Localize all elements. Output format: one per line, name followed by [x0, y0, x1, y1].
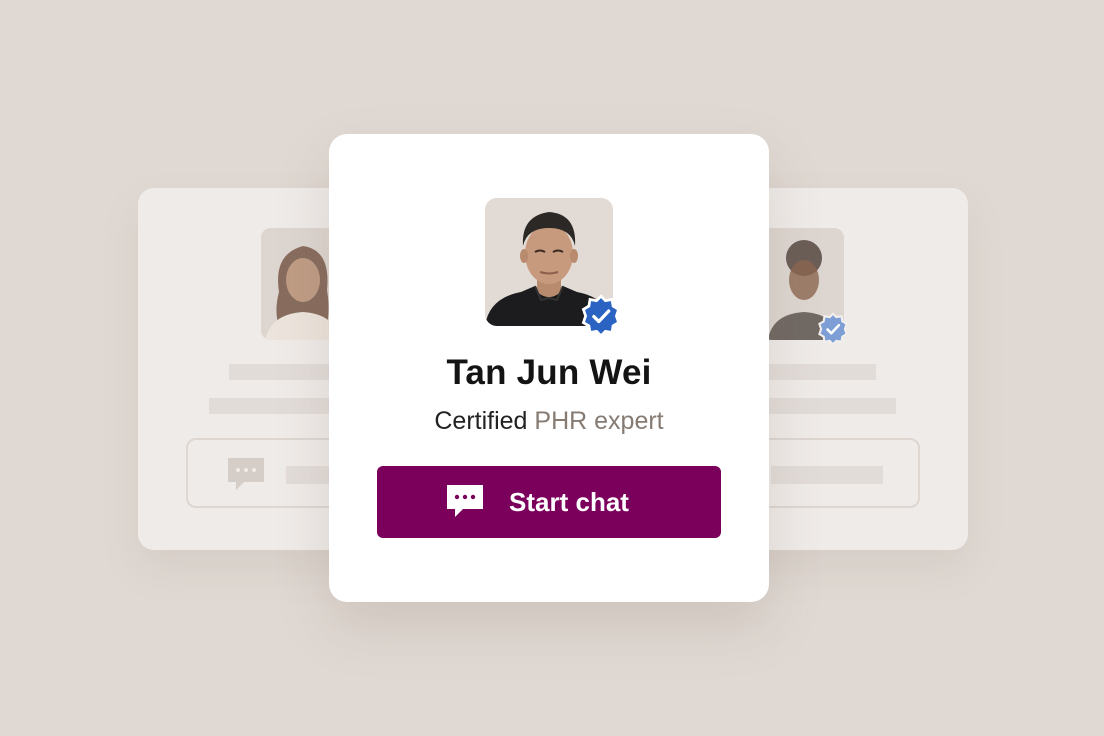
expert-title: Certified PHR expert — [329, 407, 769, 436]
verified-badge-icon — [818, 312, 848, 346]
chat-bubble-icon — [228, 458, 264, 490]
verified-badge-icon — [581, 294, 621, 338]
placeholder-title-line — [769, 398, 896, 414]
expert-name: Tan Jun Wei — [446, 353, 652, 392]
start-chat-button[interactable]: Start chat — [377, 466, 721, 538]
start-chat-label: Start chat — [509, 486, 629, 517]
chat-bubble-icon — [447, 485, 484, 517]
placeholder-button-line — [771, 466, 883, 484]
title-prefix: Certified — [434, 407, 528, 435]
placeholder-name-line — [769, 364, 876, 380]
title-highlight: PHR expert — [534, 407, 664, 435]
expert-card: Tan Jun Wei Certified PHR expert Start c… — [329, 134, 769, 602]
